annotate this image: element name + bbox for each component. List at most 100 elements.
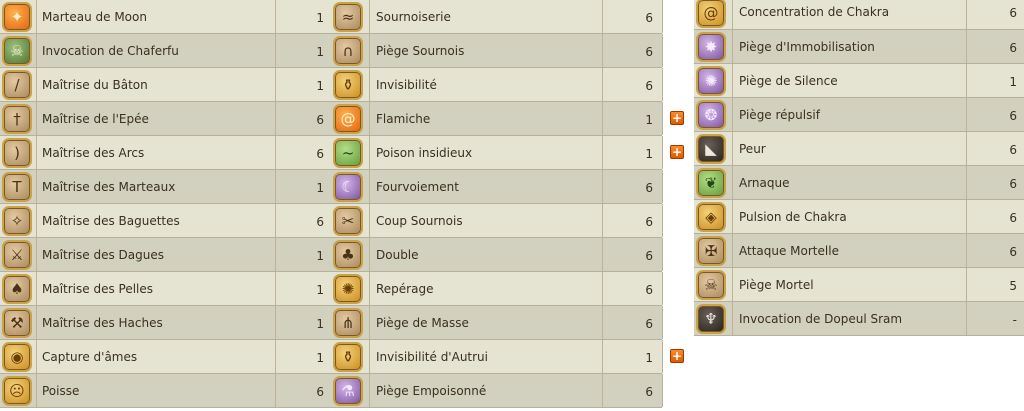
spell-row[interactable]: @ Concentration de Chakra 6 xyxy=(694,0,1024,30)
spell-row[interactable]: ✺ Piège de Silence 1 xyxy=(694,64,1024,98)
sneak-icon[interactable]: ≈ xyxy=(333,2,363,32)
spell-level: 1 xyxy=(316,181,324,195)
flame-spiral-icon[interactable]: @ xyxy=(333,104,363,134)
spell-row[interactable]: ⚱ Invisibilité d'Autrui 1 + xyxy=(331,340,684,374)
cell-divider xyxy=(732,234,733,267)
dopple-icon[interactable]: ♆ xyxy=(696,304,726,334)
spell-row[interactable]: ☠ Invocation de Chaferfu 1 xyxy=(0,34,331,68)
spell-row[interactable]: ☠ Piège Mortel 5 xyxy=(694,268,1024,302)
cell-divider xyxy=(966,234,967,267)
spell-name: Maîtrise des Haches xyxy=(42,316,163,330)
skull-icon[interactable]: ☠ xyxy=(2,36,32,66)
cell-divider xyxy=(36,238,37,271)
spell-row[interactable]: ♣ Double 6 xyxy=(331,238,663,272)
spell-level: 1 xyxy=(645,147,653,161)
detect-icon[interactable]: ✺ xyxy=(333,274,363,304)
level-up-button[interactable]: + xyxy=(670,111,684,125)
spell-row[interactable]: ◈ Pulsion de Chakra 6 xyxy=(694,200,1024,234)
spell-row[interactable]: @ Flamiche 1 + xyxy=(331,102,684,136)
spell-row[interactable]: ✂ Coup Sournois 6 xyxy=(331,204,663,238)
spell-level: 1 xyxy=(316,45,324,59)
soul-capture-icon[interactable]: ◉ xyxy=(2,342,32,372)
ally-invisibility-icon[interactable]: ⚱ xyxy=(333,342,363,372)
dagger-icon[interactable]: ⚔ xyxy=(2,240,32,270)
spell-row[interactable]: ❂ Piège répulsif 6 xyxy=(694,98,1024,132)
hammer-icon[interactable]: T xyxy=(2,172,32,202)
cell-divider xyxy=(275,34,276,67)
poison-trap-icon[interactable]: ⚗ xyxy=(333,376,363,406)
double-icon[interactable]: ♣ xyxy=(333,240,363,270)
spell-row[interactable]: ⚔ Maîtrise des Dagues 1 xyxy=(0,238,331,272)
spell-row[interactable]: ) Maîtrise des Arcs 6 xyxy=(0,136,331,170)
spell-level: 6 xyxy=(645,283,653,297)
cell-divider xyxy=(662,68,663,101)
spell-row[interactable]: / Maîtrise du Bâton 1 xyxy=(0,68,331,102)
spell-name: Maîtrise des Marteaux xyxy=(42,180,176,194)
spell-row[interactable]: ◣ Peur 6 xyxy=(694,132,1024,166)
staff-icon[interactable]: / xyxy=(2,70,32,100)
spell-row[interactable]: ✦ Marteau de Moon 1 xyxy=(0,0,331,34)
cell-divider xyxy=(662,272,663,305)
spell-name: Capture d'âmes xyxy=(42,350,138,364)
spell-name: Piège Sournois xyxy=(376,44,465,58)
silence-trap-icon[interactable]: ✺ xyxy=(696,66,726,96)
mask-icon[interactable]: ☾ xyxy=(333,172,363,202)
spell-row[interactable]: ♆ Invocation de Dopeul Sram - xyxy=(694,302,1024,336)
cell-divider xyxy=(966,64,967,97)
spell-row[interactable]: ☾ Fourvoiement 6 xyxy=(331,170,663,204)
chakra-spiral-icon[interactable]: @ xyxy=(696,0,726,28)
spell-row[interactable]: ✠ Attaque Mortelle 6 xyxy=(694,234,1024,268)
spell-row[interactable]: ☹ Poisse 6 xyxy=(0,374,331,408)
spell-row[interactable]: † Maîtrise de l'Epée 6 xyxy=(0,102,331,136)
spell-level: 1 xyxy=(316,317,324,331)
invisibility-icon[interactable]: ⚱ xyxy=(333,70,363,100)
spell-row[interactable]: ~ Poison insidieux 1 + xyxy=(331,136,684,170)
deadly-attack-icon[interactable]: ✠ xyxy=(696,236,726,266)
level-up-button[interactable]: + xyxy=(670,349,684,363)
spell-row[interactable]: ⚒ Maîtrise des Haches 1 xyxy=(0,306,331,340)
spell-row[interactable]: ⚱ Invisibilité 6 xyxy=(331,68,663,102)
trap-icon[interactable]: ∩ xyxy=(333,36,363,66)
hammer-icon[interactable]: ✦ xyxy=(2,2,32,32)
spell-name: Sournoiserie xyxy=(376,10,451,24)
cell-divider xyxy=(732,132,733,165)
spell-row[interactable]: ∩ Piège Sournois 6 xyxy=(331,34,663,68)
mass-trap-icon[interactable]: ⋔ xyxy=(333,308,363,338)
cell-divider xyxy=(662,34,663,67)
immobilize-trap-icon[interactable]: ✸ xyxy=(696,32,726,62)
axe-icon[interactable]: ⚒ xyxy=(2,308,32,338)
spell-row[interactable]: ♠ Maîtrise des Pelles 1 xyxy=(0,272,331,306)
fear-icon[interactable]: ◣ xyxy=(696,134,726,164)
spell-name: Maîtrise des Pelles xyxy=(42,282,154,296)
spell-row[interactable]: ≈ Sournoiserie 6 xyxy=(331,0,663,34)
cell-divider xyxy=(966,200,967,233)
sword-icon[interactable]: † xyxy=(2,104,32,134)
spell-level: 6 xyxy=(645,249,653,263)
cell-divider xyxy=(275,0,276,33)
spell-row[interactable]: ◉ Capture d'âmes 1 xyxy=(0,340,331,374)
spell-row[interactable]: ✧ Maîtrise des Baguettes 6 xyxy=(0,204,331,238)
spell-row[interactable]: ✺ Repérage 6 xyxy=(331,272,663,306)
deadly-trap-icon[interactable]: ☠ xyxy=(696,270,726,300)
spell-row[interactable]: ✸ Piège d'Immobilisation 6 xyxy=(694,30,1024,64)
cell-divider xyxy=(732,64,733,97)
scam-icon[interactable]: ❦ xyxy=(696,168,726,198)
cell-divider xyxy=(966,98,967,131)
cell-divider xyxy=(602,102,603,135)
spell-row[interactable]: ❦ Arnaque 6 xyxy=(694,166,1024,200)
spell-row[interactable]: ⋔ Piège de Masse 6 xyxy=(331,306,663,340)
bow-icon[interactable]: ) xyxy=(2,138,32,168)
shovel-icon[interactable]: ♠ xyxy=(2,274,32,304)
stab-icon[interactable]: ✂ xyxy=(333,206,363,236)
bad-luck-icon[interactable]: ☹ xyxy=(2,376,32,406)
cell-divider xyxy=(602,204,603,237)
poison-icon[interactable]: ~ xyxy=(333,138,363,168)
spell-row[interactable]: T Maîtrise des Marteaux 1 xyxy=(0,170,331,204)
spell-row[interactable]: ⚗ Piège Empoisonné 6 xyxy=(331,374,663,408)
cell-divider xyxy=(602,238,603,271)
chakra-pulse-icon[interactable]: ◈ xyxy=(696,202,726,232)
level-up-button[interactable]: + xyxy=(670,145,684,159)
repel-trap-icon[interactable]: ❂ xyxy=(696,100,726,130)
wand-icon[interactable]: ✧ xyxy=(2,206,32,236)
spell-column-3: @ Concentration de Chakra 6 ✸ Piège d'Immobi… xyxy=(694,0,1024,336)
